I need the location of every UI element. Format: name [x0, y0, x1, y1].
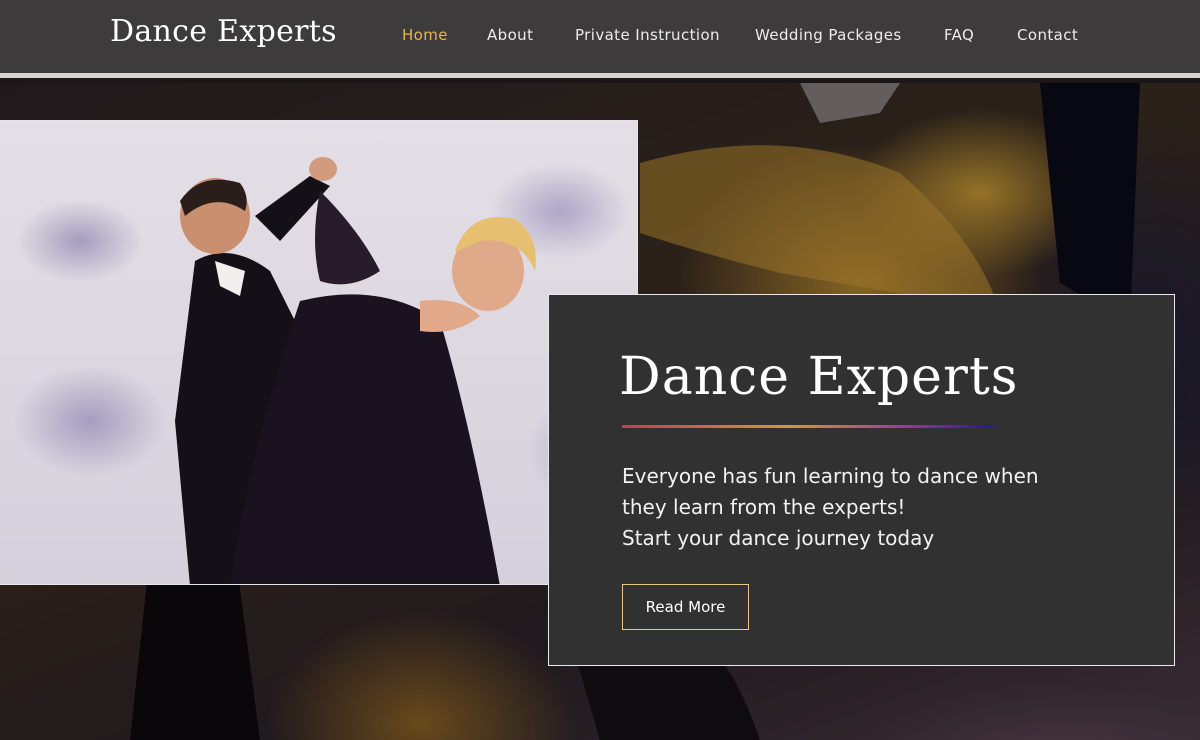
hero-title: Dance Experts	[619, 347, 1019, 407]
nav-item-faq[interactable]: FAQ	[944, 26, 974, 44]
main-nav: Home About Private Instruction Wedding P…	[0, 26, 1200, 46]
hero-description-line: Start your dance journey today	[622, 526, 935, 550]
nav-item-private-instruction[interactable]: Private Instruction	[575, 26, 720, 44]
nav-item-home[interactable]: Home	[402, 26, 448, 44]
nav-item-about[interactable]: About	[487, 26, 533, 44]
hero-description: Everyone has fun learning to dance when …	[622, 461, 1062, 554]
nav-item-wedding-packages[interactable]: Wedding Packages	[755, 26, 902, 44]
site-header: Dance Experts Home About Private Instruc…	[0, 0, 1200, 78]
ballroom-couple-illustration	[175, 157, 536, 584]
hero-title-divider	[622, 425, 994, 428]
read-more-button[interactable]: Read More	[622, 584, 749, 630]
nav-item-contact[interactable]: Contact	[1017, 26, 1078, 44]
hero-description-line: they learn from the experts!	[622, 495, 906, 519]
hero-card: Dance Experts Everyone has fun learning …	[548, 294, 1175, 666]
hero-description-line: Everyone has fun learning to dance when	[622, 464, 1039, 488]
dancers-photo	[0, 120, 638, 585]
